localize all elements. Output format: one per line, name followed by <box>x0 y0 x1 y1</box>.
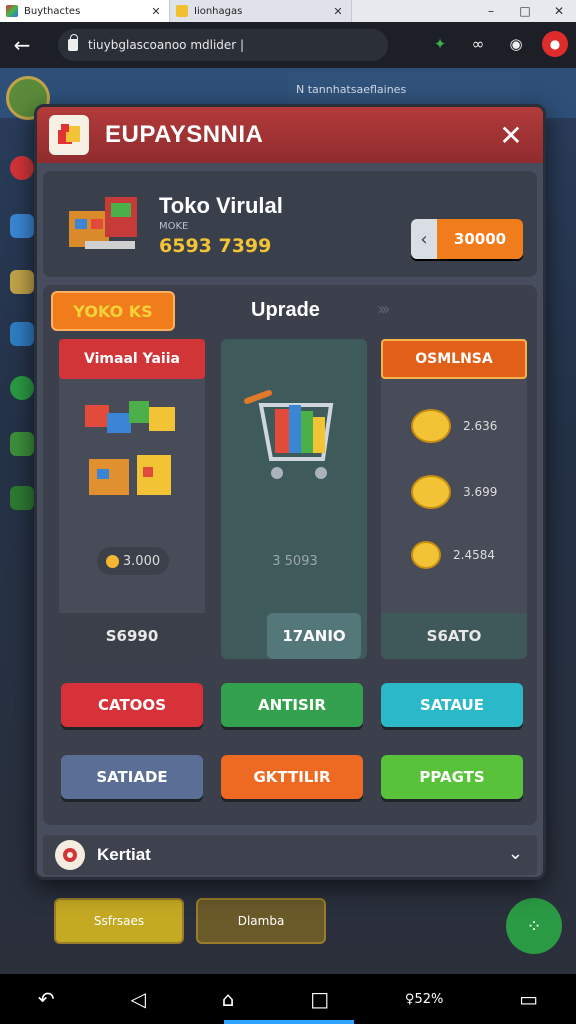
tab-favicon-icon <box>6 5 18 17</box>
store-modal: EUPAYSNNIA ✕ Toko Virulal MOKE 6593 7399… <box>34 104 546 880</box>
record-icon[interactable]: ◉ <box>504 30 528 58</box>
panel-title: Uprade <box>251 299 320 321</box>
maximize-icon[interactable]: □ <box>508 0 542 22</box>
coin-icon <box>411 409 451 443</box>
tab-favicon-icon <box>176 5 188 17</box>
modal-title: EUPAYSNNIA <box>105 121 264 148</box>
coin-row: 3.699 <box>411 475 497 509</box>
store-number: 6593 7399 <box>159 235 272 257</box>
undo-icon[interactable]: ↶ <box>38 987 55 1011</box>
action-button-green[interactable]: ANTISIR <box>221 683 363 727</box>
arrow-left-icon: ‹ <box>411 219 437 259</box>
background-button-2[interactable]: Dlamba <box>196 898 326 944</box>
column-footer: S6ATO <box>381 613 527 659</box>
profile-badge-icon[interactable]: ● <box>542 31 568 57</box>
coin-icon <box>411 475 451 509</box>
store-name: Toko Virulal <box>159 193 283 218</box>
background-button-1[interactable]: Ssfrsaes <box>54 898 184 944</box>
coin-row: 2.4584 <box>411 541 495 569</box>
recents-icon[interactable]: □ <box>310 987 329 1011</box>
coin-value: 3.699 <box>463 485 498 499</box>
window-controls: – □ ✕ <box>474 0 576 22</box>
coin-value: 2.636 <box>463 419 498 433</box>
infinity-icon[interactable]: ∞ <box>466 30 490 58</box>
side-map-icon[interactable] <box>10 486 34 510</box>
chevron-down-icon[interactable]: ⌄ <box>508 843 523 864</box>
lock-icon <box>68 34 78 51</box>
chat-icon[interactable]: ▭ <box>519 987 538 1011</box>
column-footer[interactable]: 17ANIO <box>267 613 361 659</box>
tab-label: Buythactes <box>24 5 81 17</box>
address-bar: ← tiuybglascoanoo mdlider | ✦ ∞ ◉ ● <box>0 22 576 68</box>
background-info-pill: N tannhatsaeflaines <box>288 72 520 106</box>
close-tab-icon[interactable]: ✕ <box>149 5 163 18</box>
screen: Buythactes ✕ Iionhagas ✕ – □ ✕ ← tiuybgl… <box>0 0 576 1024</box>
action-button-lime[interactable]: PPAGTS <box>381 755 523 799</box>
store-price-button[interactable]: ‹ 30000 <box>411 219 523 259</box>
action-button-slate[interactable]: SATIADE <box>61 755 203 799</box>
status-text: ♀52% <box>404 991 444 1007</box>
coin-value: 2.4584 <box>453 548 495 562</box>
minimize-icon[interactable]: – <box>474 0 508 22</box>
side-red-icon[interactable] <box>10 156 34 180</box>
store-subtitle: MOKE <box>159 221 189 232</box>
action-button-teal[interactable]: SATAUE <box>381 683 523 727</box>
action-button-orange[interactable]: GKTTILIR <box>221 755 363 799</box>
url-text: tiuybglascoanoo mdlider | <box>88 38 245 52</box>
back-arrow-icon[interactable]: ← <box>8 33 36 57</box>
side-info-icon[interactable] <box>10 322 34 346</box>
store-price-value: 30000 <box>437 219 523 259</box>
home-icon[interactable]: ⌂ <box>222 987 235 1011</box>
shopping-cart-icon <box>244 390 334 479</box>
column-footer: S6990 <box>59 613 205 659</box>
grid-menu-button[interactable]: ⁘ <box>506 898 562 954</box>
action-button-red[interactable]: CATOOS <box>61 683 203 727</box>
url-field[interactable]: tiuybglascoanoo mdlider | <box>58 29 388 61</box>
modal-header: EUPAYSNNIA ✕ <box>37 107 543 163</box>
close-icon[interactable]: ✕ <box>493 117 529 153</box>
tab-label: Iionhagas <box>194 5 243 17</box>
nav-indicator <box>224 1020 354 1024</box>
upgrade-column-3[interactable]: OSMLNSA 2.636 3.699 2.4584 S6ATO <box>381 339 527 659</box>
store-boxes-icon <box>69 197 137 249</box>
column-amount: 3 5093 <box>272 553 318 569</box>
modal-footer[interactable]: Kertiat ⌄ <box>43 835 537 875</box>
upgrade-panel: YOKO KS Uprade ››› Vimaal Yaiia 3.000 S6… <box>43 285 537 825</box>
tab-inactive[interactable]: Iionhagas ✕ <box>170 0 352 22</box>
side-yellow-icon[interactable] <box>10 270 34 294</box>
system-nav-bar: ↶ ◁ ⌂ □ ♀52% ▭ <box>0 974 576 1024</box>
extension-icon[interactable]: ✦ <box>428 30 452 58</box>
panel-tag[interactable]: YOKO KS <box>51 291 175 331</box>
side-blue-icon[interactable] <box>10 214 34 238</box>
store-icon <box>49 115 89 155</box>
browser-tab-bar: Buythactes ✕ Iionhagas ✕ – □ ✕ <box>0 0 576 22</box>
browser-actions: ✦ ∞ ◉ ● <box>428 30 568 58</box>
close-tab-icon[interactable]: ✕ <box>331 5 345 18</box>
upgrade-column-1[interactable]: Vimaal Yaiia 3.000 S6990 <box>59 339 205 659</box>
chevrons-right-icon: ››› <box>377 299 390 320</box>
gear-icon <box>55 840 85 870</box>
coin-row: 2.636 <box>411 409 497 443</box>
side-arrows-icon[interactable] <box>10 432 34 456</box>
coin-icon <box>105 554 119 568</box>
store-card: Toko Virulal MOKE 6593 7399 ‹ 30000 <box>43 171 537 277</box>
column-header: Vimaal Yaiia <box>59 339 205 379</box>
side-green-icon[interactable] <box>10 376 34 400</box>
footer-label: Kertiat <box>97 845 151 864</box>
upgrade-column-2[interactable]: 3 5093 17ANIO <box>221 339 367 659</box>
column-header: OSMLNSA <box>381 339 527 379</box>
toy-boxes-icon <box>85 401 175 495</box>
amount-text: 3.000 <box>122 553 161 569</box>
back-triangle-icon[interactable]: ◁ <box>130 987 145 1011</box>
column-amount: 3.000 <box>97 547 169 575</box>
tab-active[interactable]: Buythactes ✕ <box>0 0 170 22</box>
coin-icon <box>411 541 441 569</box>
close-window-icon[interactable]: ✕ <box>542 0 576 22</box>
